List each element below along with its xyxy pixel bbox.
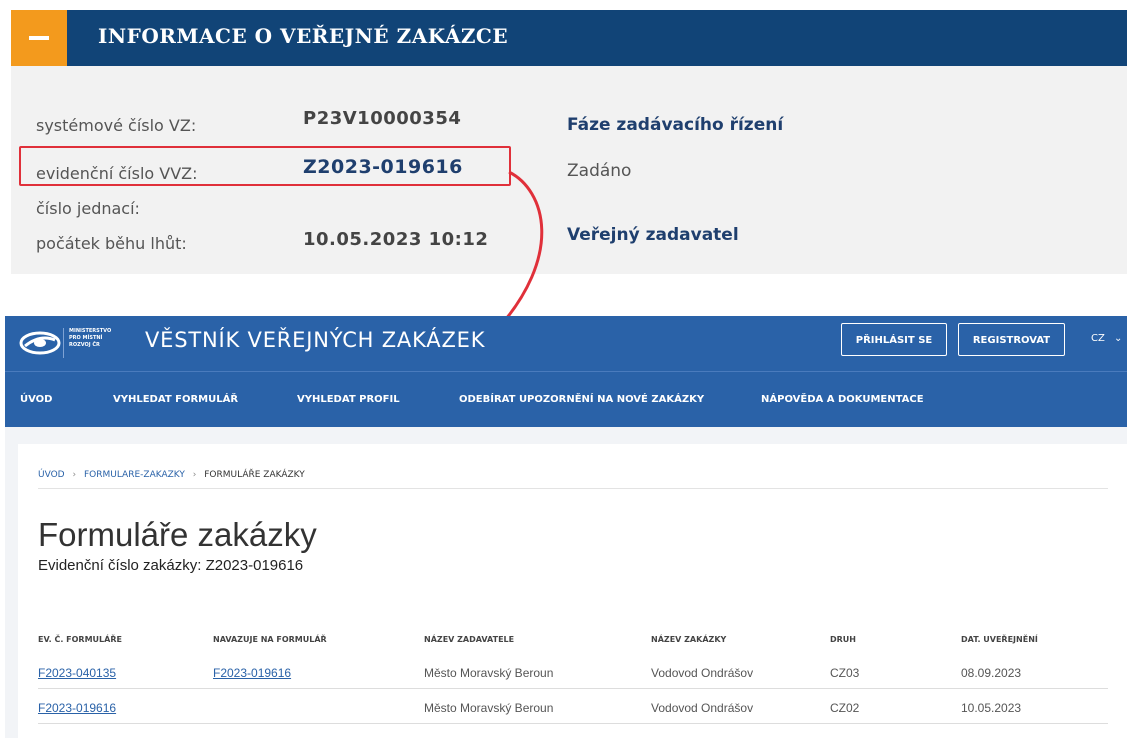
nav-help[interactable]: NÁPOVĚDA A DOKUMENTACE <box>761 394 924 405</box>
login-button[interactable]: PŘIHLÁSIT SE <box>841 323 947 356</box>
deadline-start-value: 10.05.2023 10:12 <box>303 229 489 250</box>
ministry-line: ROZVOJ ČR <box>69 342 100 348</box>
info-panel: INFORMACE O VEŘEJNÉ ZAKÁZCE systémové čí… <box>11 10 1127 274</box>
column-header: DRUH <box>830 635 856 644</box>
nav-search-profile[interactable]: VYHLEDAT PROFIL <box>297 394 400 405</box>
language-select[interactable]: CZ ⌄ <box>1091 333 1122 344</box>
ministry-line: MINISTERSTVO <box>69 328 112 334</box>
table-cell: 08.09.2023 <box>961 666 1022 680</box>
breadcrumb-separator-icon: › <box>192 470 197 480</box>
row-divider <box>38 688 1108 689</box>
form-number-link[interactable]: F2023-019616 <box>38 701 116 715</box>
vestnik-title: VĚSTNÍK VEŘEJNÝCH ZAKÁZEK <box>145 328 486 352</box>
info-panel-header: INFORMACE O VEŘEJNÉ ZAKÁZCE <box>11 10 1127 66</box>
minus-icon <box>29 36 49 40</box>
register-button[interactable]: REGISTROVAT <box>958 323 1065 356</box>
nav-home[interactable]: ÚVOD <box>20 394 53 405</box>
table-cell: Město Moravský Beroun <box>424 701 554 715</box>
ministry-name: MINISTERSTVO PRO MÍSTNÍ ROZVOJ ČR <box>69 328 129 349</box>
contracting-authority-heading: Veřejný zadavatel <box>567 225 739 245</box>
column-header: NÁZEV ZAKÁZKY <box>651 635 727 644</box>
table-cell: CZ03 <box>830 666 860 680</box>
breadcrumb-forms[interactable]: FORMULARE-ZAKAZKY <box>84 470 185 480</box>
vestnik-header: MINISTERSTVO PRO MÍSTNÍ ROZVOJ ČR VĚSTNÍ… <box>5 316 1127 371</box>
breadcrumb-separator-icon: › <box>72 470 77 480</box>
highlight-callout-box <box>19 146 511 186</box>
table-cell: 10.05.2023 <box>961 701 1022 715</box>
breadcrumb: ÚVOD › FORMULARE-ZAKAZKY › FORMULÁŘE ZAK… <box>38 470 305 480</box>
page-subtitle: Evidenční číslo zakázky: Z2023-019616 <box>38 557 304 574</box>
breadcrumb-divider <box>38 488 1108 489</box>
form-number-link[interactable]: F2023-040135 <box>38 666 116 680</box>
chevron-down-icon: ⌄ <box>1114 333 1123 344</box>
table-cell: CZ02 <box>830 701 860 715</box>
breadcrumb-current: FORMULÁŘE ZAKÁZKY <box>204 470 305 480</box>
reference-number-label: číslo jednací: <box>36 199 140 218</box>
page-title: Formuláře zakázky <box>38 516 317 553</box>
column-header: NÁZEV ZADAVATELE <box>424 635 515 644</box>
row-divider <box>38 723 1108 724</box>
column-header: EV. Č. FORMULÁŘE <box>38 635 122 644</box>
ministry-line: PRO MÍSTNÍ <box>69 335 103 341</box>
collapse-button[interactable] <box>11 10 67 66</box>
phase-heading: Fáze zadávacího řízení <box>567 115 784 135</box>
content-area: ÚVOD › FORMULARE-ZAKAZKY › FORMULÁŘE ZAK… <box>18 444 1127 738</box>
ministry-logo-icon <box>19 331 61 355</box>
table-cell: Vodovod Ondrášov <box>651 666 754 680</box>
table-cell: Vodovod Ondrášov <box>651 701 754 715</box>
system-number-value: P23V10000354 <box>303 108 462 129</box>
linked-form-link[interactable]: F2023-019616 <box>213 666 291 680</box>
logo-divider <box>63 328 64 358</box>
language-label: CZ <box>1091 333 1105 344</box>
breadcrumb-home[interactable]: ÚVOD <box>38 470 65 480</box>
nav-search-form[interactable]: VYHLEDAT FORMULÁŘ <box>113 394 238 405</box>
column-header: NAVAZUJE NA FORMULÁŘ <box>213 635 327 644</box>
nav-subscribe[interactable]: ODEBÍRAT UPOZORNĚNÍ NA NOVÉ ZAKÁZKY <box>459 394 704 405</box>
main-nav: ÚVOD VYHLEDAT FORMULÁŘ VYHLEDAT PROFIL O… <box>5 371 1127 427</box>
vestnik-screenshot: MINISTERSTVO PRO MÍSTNÍ ROZVOJ ČR VĚSTNÍ… <box>5 316 1127 738</box>
system-number-label: systémové číslo VZ: <box>36 116 197 135</box>
phase-value: Zadáno <box>567 161 632 181</box>
info-panel-title: INFORMACE O VEŘEJNÉ ZAKÁZCE <box>98 24 509 48</box>
deadline-start-label: počátek běhu lhůt: <box>36 234 187 253</box>
column-header: DAT. UVEŘEJNĚNÍ <box>961 635 1038 644</box>
table-cell: Město Moravský Beroun <box>424 666 554 680</box>
